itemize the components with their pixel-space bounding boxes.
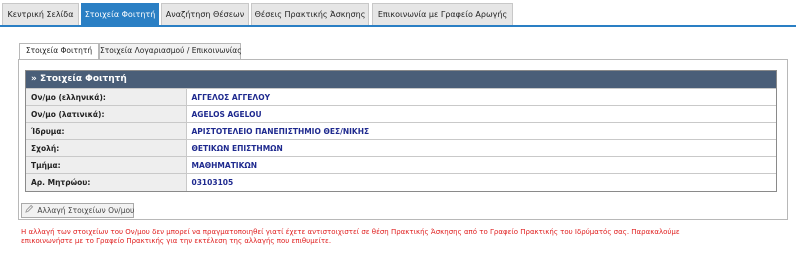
table-row: Αρ. Μητρώου: 03103105 (26, 173, 776, 191)
content-panel: » Στοιχεία Φοιτητή Ον/μο (ελληνικά): ΑΓΓ… (18, 59, 788, 220)
row-label: Ον/μο (ελληνικά): (26, 88, 187, 106)
warning-message: Η αλλαγή των στοιχείων του Ον/μου δεν μπ… (21, 228, 781, 246)
tab-contact-helpdesk[interactable]: Επικοινωνία με Γραφείο Αρωγής (372, 3, 513, 26)
table-row: Σχολή: ΘΕΤΙΚΩΝ ΕΠΙΣΤΗΜΩΝ (26, 139, 776, 157)
tab-internship-positions[interactable]: Θέσεις Πρακτικής Άσκησης (251, 3, 369, 26)
subtab-student-details[interactable]: Στοιχεία Φοιτητή (19, 43, 99, 60)
table-row: Τμήμα: ΜΑΘΗΜΑΤΙΚΩΝ (26, 156, 776, 174)
row-value: ΘΕΤΙΚΩΝ ΕΠΙΣΤΗΜΩΝ (186, 139, 776, 157)
row-label: Ον/μο (λατινικά): (26, 105, 187, 123)
student-details-box: » Στοιχεία Φοιτητή Ον/μο (ελληνικά): ΑΓΓ… (25, 70, 777, 192)
row-value: ΜΑΘΗΜΑΤΙΚΩΝ (186, 156, 776, 174)
tab-student-details[interactable]: Στοιχεία Φοιτητή (81, 3, 159, 26)
edit-icon (25, 204, 35, 217)
row-value: ΑΓΓΕΛΟΣ ΑΓΓΕΛΟΥ (186, 88, 776, 106)
row-label: Τμήμα: (26, 156, 187, 174)
table-row: Ίδρυμα: ΑΡΙΣΤΟΤΕΛΕΙΟ ΠΑΝΕΠΙΣΤΗΜΙΟ ΘΕΣ/ΝΙ… (26, 122, 776, 140)
section-header: » Στοιχεία Φοιτητή (26, 71, 776, 88)
warning-line: Η αλλαγή των στοιχείων του Ον/μου δεν μπ… (21, 228, 680, 236)
nav-underline (0, 25, 796, 27)
row-label: Αρ. Μητρώου: (26, 173, 187, 191)
row-value: ΑΡΙΣΤΟΤΕΛΕΙΟ ΠΑΝΕΠΙΣΤΗΜΙΟ ΘΕΣ/ΝΙΚΗΣ (186, 122, 776, 140)
tab-search-positions[interactable]: Αναζήτηση Θέσεων (161, 3, 249, 26)
table-row: Ον/μο (λατινικά): AGELOS AGELOU (26, 105, 776, 123)
subtab-account-contact[interactable]: Στοιχεία Λογαριασμού / Επικοινωνίας (99, 43, 242, 59)
table-row: Ον/μο (ελληνικά): ΑΓΓΕΛΟΣ ΑΓΓΕΛΟΥ (26, 88, 776, 106)
change-name-button[interactable]: Αλλαγή Στοιχείων Ον/μου (21, 203, 134, 218)
change-name-button-label: Αλλαγή Στοιχείων Ον/μου (37, 206, 135, 215)
row-value: 03103105 (186, 173, 776, 191)
row-value: AGELOS AGELOU (186, 105, 776, 123)
row-label: Σχολή: (26, 139, 187, 157)
warning-line: επικοινωνήστε με το Γραφείο Πρακτικής γι… (21, 237, 332, 245)
student-details-table: Ον/μο (ελληνικά): ΑΓΓΕΛΟΣ ΑΓΓΕΛΟΥ Ον/μο … (26, 88, 776, 191)
tab-home[interactable]: Κεντρική Σελίδα (2, 3, 79, 26)
top-navigation: Κεντρική Σελίδα Στοιχεία Φοιτητή Αναζήτη… (0, 0, 796, 27)
row-label: Ίδρυμα: (26, 122, 187, 140)
